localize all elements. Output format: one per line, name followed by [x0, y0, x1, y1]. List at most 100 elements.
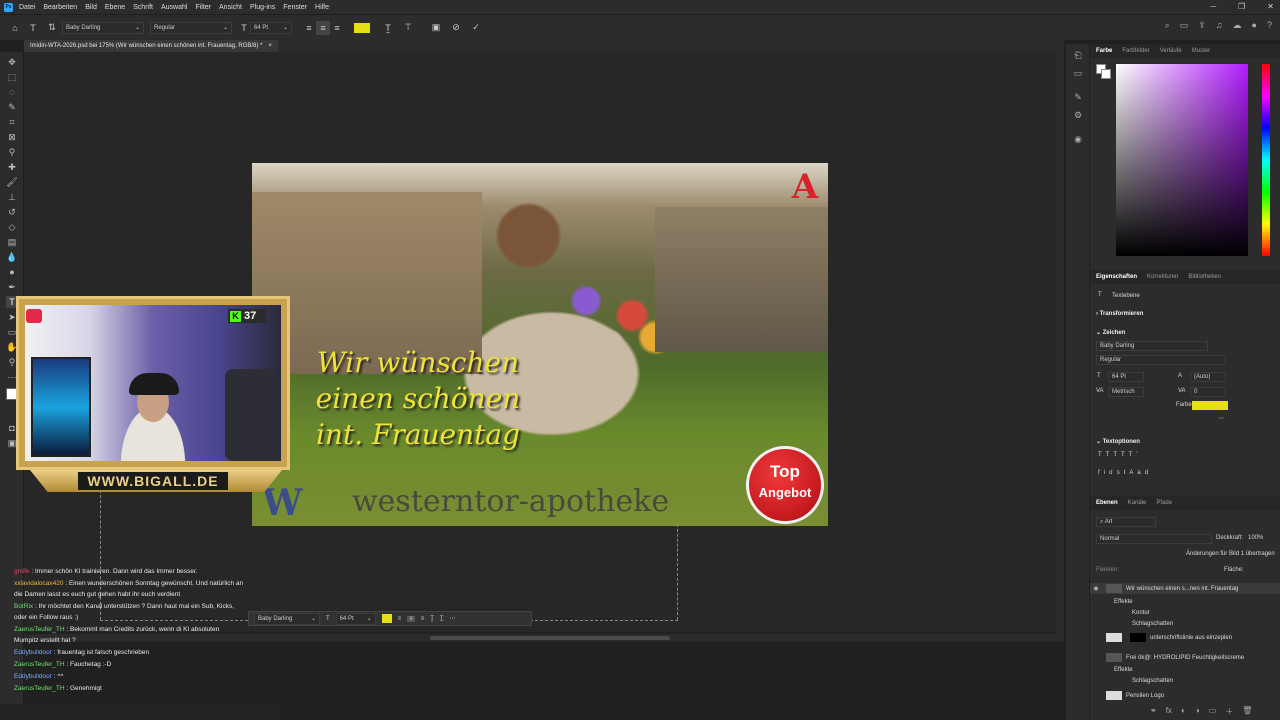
opacity-value[interactable]: 100% [1248, 535, 1263, 541]
search-icon[interactable]: ⌕ [1165, 20, 1170, 31]
help-icon[interactable]: ? [1267, 20, 1272, 31]
layer-row[interactable]: Pensilen Logo [1090, 690, 1280, 701]
transform-section[interactable]: › Transformieren [1096, 311, 1143, 317]
vertical-scrollbar[interactable] [1056, 52, 1064, 642]
cloud-icon[interactable]: ☁ [1233, 20, 1242, 31]
text-style-icons[interactable]: TTTTT' [1098, 452, 1141, 458]
menu-datei[interactable]: Datei [19, 4, 35, 11]
blend-mode-select[interactable]: Normal [1096, 534, 1212, 544]
align-center-icon[interactable]: ≡ [407, 615, 415, 622]
more-icon[interactable]: ⋯ [450, 615, 456, 622]
layer-filter-field[interactable]: ⌕ Art [1096, 517, 1156, 527]
ctx-color-swatch[interactable] [381, 614, 392, 623]
layer-row[interactable]: Frei ök@: HYDROLIPID Feuchtigkeitscreme [1090, 652, 1280, 663]
healing-tool-icon[interactable]: ✚ [6, 161, 18, 173]
char-tracking-field[interactable]: 0 [1190, 387, 1226, 397]
menu-plugins[interactable]: Plug-ins [250, 4, 275, 11]
align-center-icon[interactable]: ≡ [316, 20, 330, 35]
group-icon[interactable]: ▭ [1209, 706, 1217, 717]
text-options-section[interactable]: ⌄ Textoptionen [1096, 438, 1140, 445]
menu-ansicht[interactable]: Ansicht [219, 4, 242, 11]
propagate-checkbox[interactable]: Änderungen für Bild 1 übertragen [1186, 551, 1275, 557]
frame-tool-icon[interactable]: ⊠ [6, 131, 18, 143]
eyedropper-tool-icon[interactable]: ⚲ [6, 146, 18, 158]
tab-farbe[interactable]: Farbe [1096, 48, 1112, 54]
text-color-swatch[interactable] [354, 22, 370, 33]
headline-text[interactable]: Wir wünschen einen schönen int. Frauenta… [288, 345, 548, 453]
tab-muster[interactable]: Muster [1192, 48, 1210, 54]
fx-icon[interactable]: fx [1166, 706, 1172, 717]
char-font-field[interactable]: Baby Darling [1096, 341, 1208, 351]
type-tool-icon[interactable]: T [24, 21, 42, 35]
horizontal-scroll-thumb[interactable] [430, 636, 670, 640]
brush-tool-icon[interactable]: 🖌 [6, 176, 18, 188]
align-left-icon[interactable]: ≡ [302, 21, 316, 35]
history-icon[interactable]: ⎗ [1072, 50, 1084, 62]
document-tab[interactable]: Imidin-WTA-2026.psd bei 175% (Wir wünsch… [24, 40, 278, 52]
navigator-icon[interactable]: ◉ [1072, 134, 1084, 146]
close-icon[interactable]: ✕ [1267, 2, 1274, 11]
text-options-icon[interactable]: T̲ [440, 616, 444, 622]
user-icon[interactable]: ● [1252, 20, 1257, 31]
ctx-font-select[interactable]: Baby Darling ⌄ [254, 612, 320, 625]
menu-bearbeiten[interactable]: Bearbeiten [43, 4, 77, 11]
menu-filter[interactable]: Filter [195, 4, 211, 11]
layer-effect-row[interactable]: Effekte [1090, 664, 1280, 675]
layer-effect-row[interactable]: Schlagschatten [1090, 618, 1280, 629]
tab-pfade[interactable]: Pfade [1156, 500, 1172, 506]
restore-icon[interactable]: ❐ [1238, 2, 1245, 11]
tab-farbfelder[interactable]: Farbfelder [1122, 48, 1149, 54]
menu-auswahl[interactable]: Auswahl [161, 4, 187, 11]
align-right-icon[interactable]: ≡ [330, 21, 344, 35]
menu-bild[interactable]: Bild [85, 4, 97, 11]
char-kerning-field[interactable]: Metrisch [1108, 387, 1144, 397]
workspace-icon[interactable]: ▭ [1180, 20, 1189, 31]
char-style-field[interactable]: Regular [1096, 355, 1226, 365]
share-icon[interactable]: ⇪ [1198, 20, 1206, 31]
brush-settings-icon[interactable]: ✎ [1072, 92, 1084, 104]
menu-fenster[interactable]: Fenster [283, 4, 307, 11]
tab-bibliotheken[interactable]: Bibliotheken [1188, 274, 1221, 280]
layer-effect-row[interactable]: Kontur [1090, 607, 1280, 618]
crop-tool-icon[interactable]: ⌗ [6, 116, 18, 128]
character-section[interactable]: ⌄ Zeichen [1096, 329, 1125, 336]
background-color-swatch[interactable] [1101, 69, 1111, 79]
bell-icon[interactable]: ♫ [1216, 20, 1223, 31]
tab-ebenen[interactable]: Ebenen [1096, 500, 1118, 506]
layer-effect-row[interactable]: Schlagschatten [1090, 675, 1280, 686]
move-tool-icon[interactable]: ✥ [6, 56, 18, 68]
font-family-select[interactable]: Baby Darling ⌄ [62, 21, 144, 34]
layer-row[interactable]: ◉ Wir wünschen einen s...nen int. Frauent… [1090, 583, 1280, 594]
commit-icon[interactable]: ✓ [466, 21, 486, 35]
layer-effect-row[interactable]: Effekte [1090, 596, 1280, 607]
menu-ebene[interactable]: Ebene [105, 4, 125, 11]
eye-icon[interactable]: ◉ [1090, 585, 1102, 592]
warp-text-icon[interactable]: T̰ [378, 21, 398, 35]
tab-kanaele[interactable]: Kanäle [1128, 500, 1147, 506]
cancel-icon[interactable]: ⊘ [446, 21, 466, 35]
quick-select-tool-icon[interactable]: ✎ [6, 101, 18, 113]
marquee-tool-icon[interactable]: ⬚ [6, 71, 18, 83]
new-layer-icon[interactable]: ＋ [1225, 706, 1233, 717]
char-size-field[interactable]: 64 Pt [1108, 372, 1144, 382]
comment-icon[interactable]: ▭ [1072, 68, 1084, 80]
align-left-icon[interactable]: ≡ [398, 616, 402, 622]
menu-hilfe[interactable]: Hilfe [315, 4, 329, 11]
close-tab-icon[interactable]: × [268, 43, 272, 49]
lasso-tool-icon[interactable]: ◌ [6, 86, 18, 98]
pen-tool-icon[interactable]: ✒ [6, 281, 18, 293]
more-options-icon[interactable]: ⋯ [1218, 415, 1224, 422]
link-icon[interactable]: ⚭ [1150, 706, 1157, 717]
color-picker-field[interactable] [1116, 64, 1248, 256]
3d-icon[interactable]: ▣ [426, 21, 446, 35]
warp-text-icon[interactable]: T̰ [430, 616, 434, 622]
opentype-icons[interactable]: fiσstAad [1098, 470, 1152, 476]
tab-eigenschaften[interactable]: Eigenschaften [1096, 274, 1137, 280]
text-orientation-icon[interactable]: ⇅ [42, 21, 62, 35]
layer-row[interactable]: unterschriftslinie aus einzeplen [1090, 632, 1280, 643]
font-style-select[interactable]: Regular ⌄ [150, 21, 232, 34]
adjustment-layer-icon[interactable]: ◑ [1195, 706, 1200, 717]
align-right-icon[interactable]: ≡ [421, 616, 425, 622]
hue-slider[interactable] [1262, 64, 1270, 256]
trash-icon[interactable]: 🗑 [1242, 706, 1252, 717]
